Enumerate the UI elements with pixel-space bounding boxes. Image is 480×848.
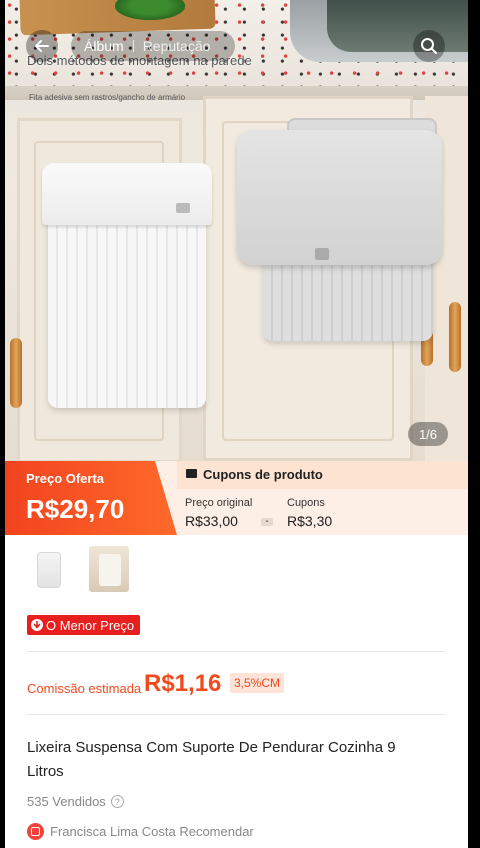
cabinet-handle xyxy=(10,338,22,408)
coupon-label: Cupons de produto xyxy=(203,467,323,482)
variant-thumbnail-2[interactable] xyxy=(89,546,129,592)
commission-rate-badge: 3,5%CM xyxy=(230,673,285,693)
bin-lid xyxy=(42,163,212,225)
tab-album[interactable]: Álbum xyxy=(84,38,124,54)
bin-body xyxy=(48,221,206,408)
bin-lid xyxy=(237,130,442,265)
search-icon xyxy=(421,38,437,54)
sold-count-text: 535 Vendidos xyxy=(27,794,106,809)
price-section: Preço Oferta R$29,70 Cupons de produto P… xyxy=(5,461,468,535)
back-arrow-icon xyxy=(35,40,49,52)
gallery-tabs: Álbum Reputação xyxy=(71,31,235,61)
image-caption-subtitle: Fita adesiva sem rastros/gancho de armár… xyxy=(29,93,186,102)
original-price-label: Preço original xyxy=(185,497,253,509)
variant-thumbnail-1[interactable] xyxy=(29,546,69,592)
top-bar: Álbum Reputação xyxy=(5,30,468,64)
tab-separator xyxy=(132,40,134,52)
tab-reputation[interactable]: Reputação xyxy=(143,38,211,54)
commission-value: R$1,16 xyxy=(144,670,222,697)
recommender: Francisca Lima Costa Recomendar xyxy=(27,823,254,840)
original-price-value: R$33,00 xyxy=(185,513,238,529)
recommend-icon xyxy=(27,823,44,840)
phone-frame: Dois métodos de montagem na parede Fita … xyxy=(0,0,480,848)
coupons-value: R$3,30 xyxy=(287,513,333,529)
search-button[interactable] xyxy=(413,30,445,62)
sold-count: 535 Vendidos ? xyxy=(27,794,124,809)
coupons-label: Cupons xyxy=(287,497,325,509)
down-arrow-icon xyxy=(31,619,43,631)
divider xyxy=(27,714,445,715)
offer-price-value: R$29,70 xyxy=(26,494,125,524)
coupon-ticket-icon xyxy=(186,469,197,478)
thumbnail-image xyxy=(99,554,121,586)
bin-body xyxy=(263,253,433,341)
lowest-price-badge: O Menor Preço xyxy=(27,615,141,635)
trash-bin-mounted xyxy=(237,118,442,343)
recommender-text: Francisca Lima Costa Recomendar xyxy=(50,824,254,839)
product-page: Dois métodos de montagem na parede Fita … xyxy=(5,0,468,848)
back-button[interactable] xyxy=(26,30,58,62)
commission-label: Comissão estimada xyxy=(27,681,142,696)
cabinet-handle xyxy=(449,302,461,372)
divider xyxy=(27,651,445,652)
lowest-price-text: O Menor Preço xyxy=(46,617,135,633)
trash-bin-closed xyxy=(42,163,212,408)
thumbnail-image xyxy=(37,552,61,588)
product-image-carousel[interactable]: Dois métodos de montagem na parede Fita … xyxy=(5,0,468,461)
product-title: Lixeira Suspensa Com Suporte De Pendurar… xyxy=(27,739,396,780)
minus-sign: - xyxy=(261,517,273,527)
bin-clip xyxy=(176,203,190,213)
offer-price-label: Preço Oferta xyxy=(26,471,105,486)
help-circle-icon[interactable]: ? xyxy=(110,795,124,808)
bin-clip xyxy=(315,248,329,260)
vegetables xyxy=(115,0,185,20)
page-indicator: 1/6 xyxy=(408,422,448,446)
